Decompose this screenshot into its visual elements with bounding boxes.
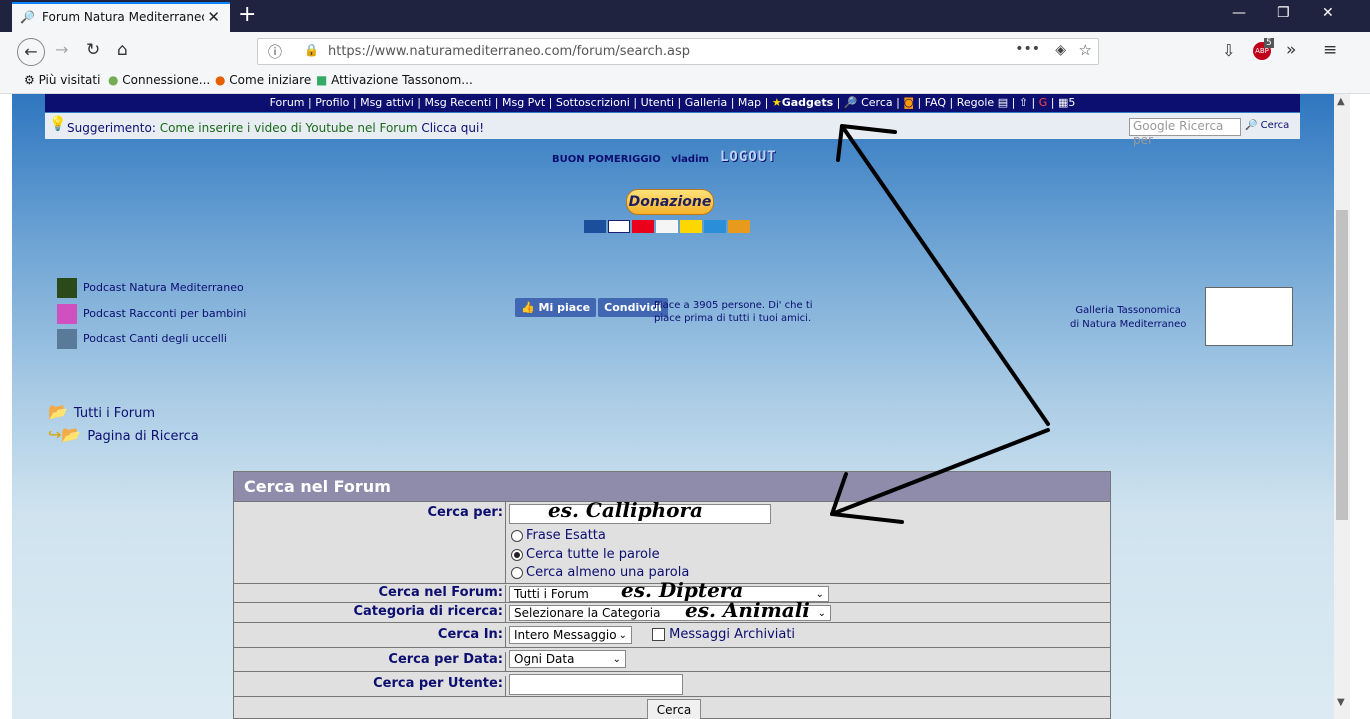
bookmark-attivazione[interactable]: ■ Attivazione Tassonom... (316, 73, 473, 87)
info-icon[interactable]: ⓘ (268, 42, 282, 62)
window-close-icon[interactable]: ✕ (1322, 5, 1334, 21)
url-bar[interactable]: ⓘ 🔒 https://www.naturamediterraneo.com/f… (257, 38, 1099, 65)
overflow-chevron-icon[interactable]: » (1286, 40, 1296, 60)
adblock-badge: 5 (1264, 38, 1274, 48)
bookmark-come-iniziare[interactable]: ● Come iniziare (215, 73, 311, 87)
back-arrow-icon[interactable]: ← (17, 38, 45, 66)
firefox-icon: ● (215, 73, 230, 87)
bookmarks-bar: ⚙ Più visitati ● Connessione... ● Come i… (0, 70, 1370, 94)
restore-icon[interactable]: ❐ (1277, 5, 1290, 21)
arrowhead-down-b (830, 512, 904, 524)
new-tab-button[interactable]: + (238, 2, 256, 27)
vertical-scrollbar[interactable]: ▲ (1334, 94, 1350, 719)
minimize-icon[interactable]: — (1232, 5, 1246, 21)
url-text: https://www.naturamediterraneo.com/forum… (328, 44, 691, 59)
scroll-up-icon[interactable]: ▲ (1337, 96, 1345, 107)
bookmark-favicon-icon: ■ (316, 73, 332, 87)
pocket-icon[interactable]: ◈ (1055, 42, 1066, 58)
home-icon[interactable]: ⌂ (117, 40, 128, 60)
reload-icon[interactable]: ↻ (86, 40, 100, 60)
arrowhead-up-a (840, 124, 897, 134)
page-actions-icon[interactable]: ••• (1015, 41, 1040, 57)
gear-icon: ⚙ (24, 73, 39, 87)
bookmark-star-icon[interactable]: ☆ (1079, 41, 1092, 59)
close-tab-icon[interactable]: ✕ (207, 8, 220, 26)
bookmark-connessione[interactable]: ● Connessione... (108, 73, 210, 87)
browser-tab[interactable]: 🔎 Forum Natura Mediterraneo - F ✕ (12, 2, 230, 32)
bookmark-most-visited[interactable]: ⚙ Più visitati (24, 73, 100, 87)
lock-icon: 🔒 (304, 43, 319, 57)
scroll-down-icon[interactable]: ▼ (1337, 697, 1345, 708)
page-content: Forum | Profilo | Msg attivi | Msg Recen… (12, 94, 1334, 719)
forward-arrow-icon[interactable]: → (55, 40, 68, 59)
tab-title: Forum Natura Mediterraneo - F (42, 10, 204, 24)
magnifier-favicon-icon: 🔎 (20, 10, 35, 24)
menu-icon[interactable]: ≡ (1323, 40, 1337, 60)
arrowhead-up-b (836, 124, 844, 162)
arrow-line-up (840, 124, 1050, 426)
annotation-arrows (830, 124, 1050, 524)
arrow-line-down (830, 428, 1050, 516)
library-icon[interactable]: ⇩ (1222, 41, 1235, 60)
bookmark-favicon-icon: ● (108, 73, 123, 87)
scrollbar-thumb[interactable] (1336, 210, 1348, 520)
